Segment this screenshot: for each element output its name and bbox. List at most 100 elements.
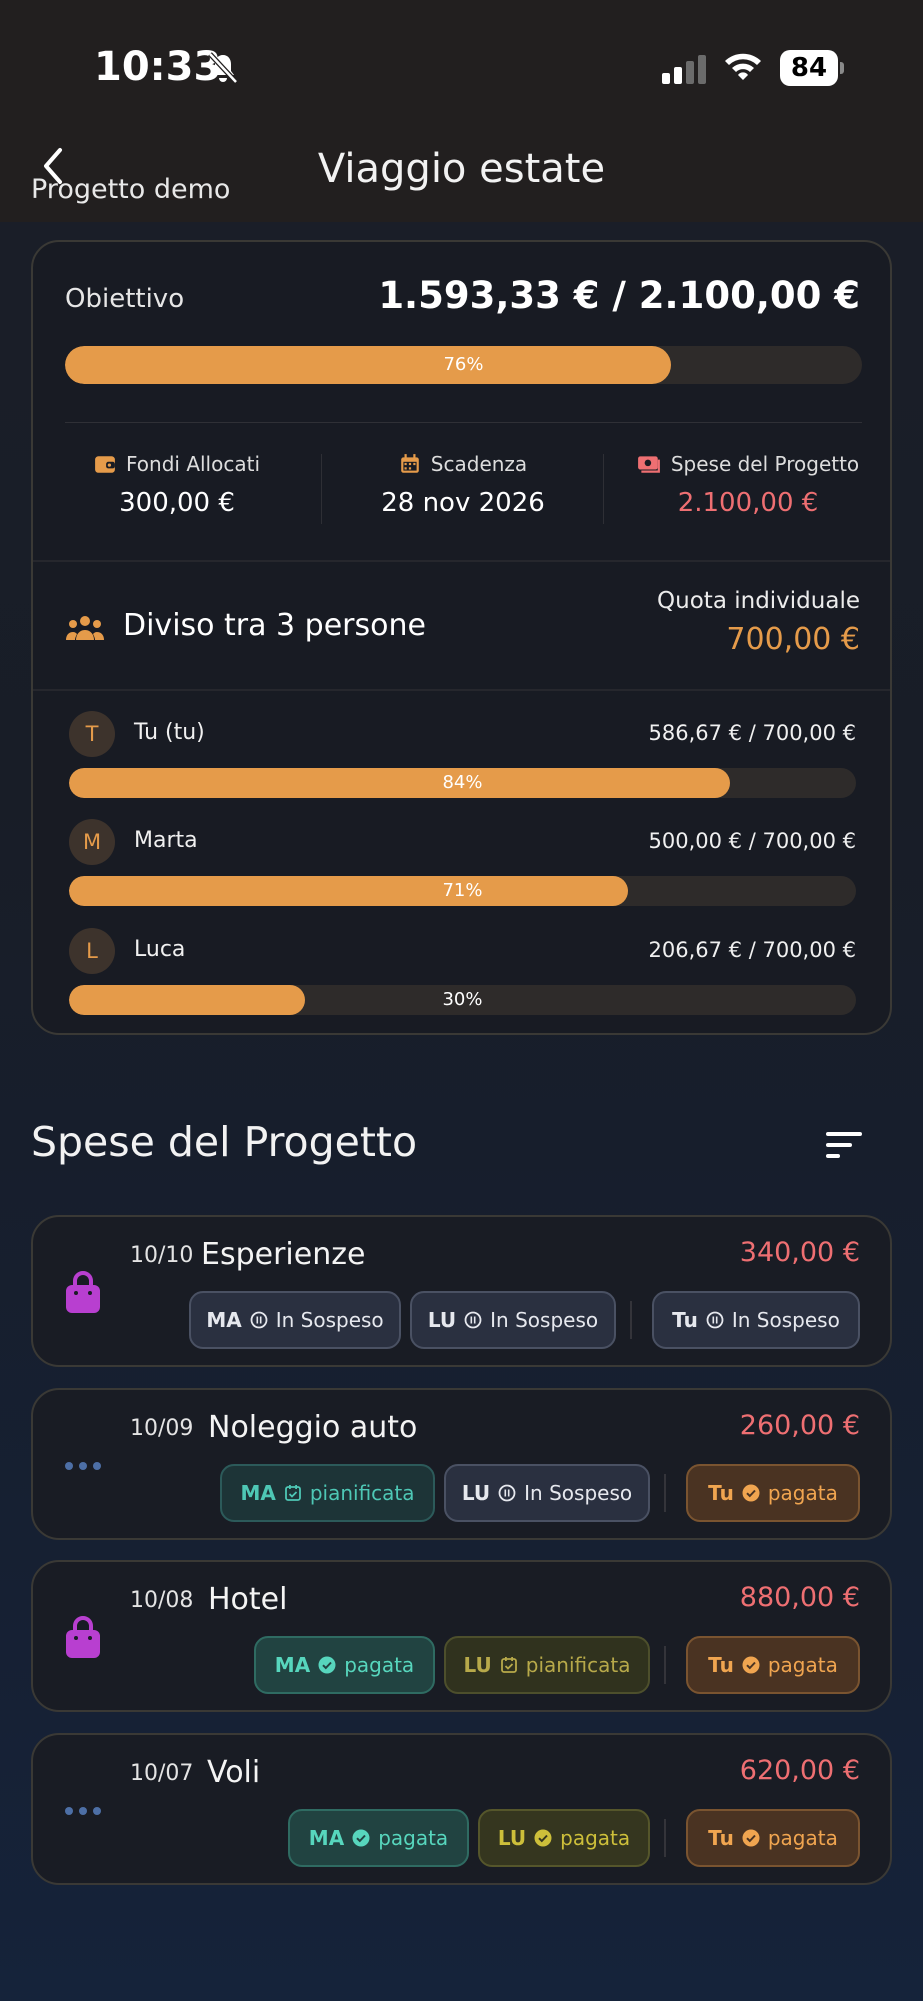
member-name: Marta: [134, 828, 198, 853]
stat-allocated-funds: Fondi Allocati 300,00 €: [47, 452, 307, 518]
bell-muted-icon: [208, 52, 238, 84]
individual-quota-value: 700,00 €: [726, 622, 860, 657]
goal-progress-label: 76%: [443, 354, 484, 375]
status-chip-tu[interactable]: Tu In Sospeso: [652, 1291, 860, 1349]
member-amount: 206,67 € / 700,00 €: [648, 938, 856, 962]
more-dots-icon: [65, 1462, 101, 1470]
status-time: 10:33: [94, 44, 222, 90]
calendar-icon: [400, 454, 419, 473]
stat-expenses-label: Spese del Progetto: [670, 452, 860, 476]
chip-person: LU: [463, 1653, 492, 1677]
sort-icon[interactable]: [826, 1130, 862, 1160]
chip-status: pagata: [344, 1653, 415, 1677]
member-progress-label: 71%: [442, 880, 483, 901]
chip-status: In Sospeso: [524, 1481, 633, 1505]
expense-card[interactable]: 10/07 Voli 620,00 € MA pagata LU pagata …: [31, 1733, 892, 1885]
expenses-section-title: Spese del Progetto: [31, 1118, 418, 1166]
chip-status: pagata: [767, 1653, 838, 1677]
wifi-icon: [725, 53, 761, 80]
chip-status: pianificata: [525, 1653, 631, 1677]
more-dots-icon: [65, 1807, 101, 1815]
stat-allocated-label: Fondi Allocati: [126, 452, 260, 476]
check-circle-icon: [742, 1656, 760, 1674]
status-chip-lu[interactable]: LU In Sospeso: [410, 1291, 616, 1349]
people-group-icon: [66, 616, 104, 640]
chip-status: In Sospeso: [731, 1308, 840, 1332]
expense-date: 10/10: [130, 1243, 194, 1268]
chip-person: Tu: [672, 1308, 698, 1332]
status-chip-tu[interactable]: Tu pagata: [686, 1636, 860, 1694]
stat-deadline-label: Scadenza: [430, 452, 528, 476]
wallet-icon: [95, 456, 115, 473]
expense-name: Voli: [207, 1755, 261, 1790]
chip-status: pianificata: [309, 1481, 415, 1505]
chip-status: In Sospeso: [490, 1308, 599, 1332]
chip-person: Tu: [708, 1481, 734, 1505]
expense-amount: 260,00 €: [739, 1410, 860, 1441]
chip-person: LU: [497, 1826, 527, 1850]
expense-card[interactable]: 10/08 Hotel 880,00 € MA pagata LU pianif…: [31, 1560, 892, 1712]
member-amount: 500,00 € / 700,00 €: [648, 829, 856, 853]
split-people-text: Diviso tra 3 persone: [123, 608, 426, 643]
expense-date: 10/07: [130, 1761, 194, 1786]
check-circle-icon: [742, 1829, 760, 1847]
avatar: T: [69, 711, 115, 757]
chip-status: pagata: [378, 1826, 449, 1850]
chip-person: MA: [240, 1481, 276, 1505]
member-progress-label: 84%: [442, 772, 483, 793]
status-chip-lu[interactable]: LU pianificata: [444, 1636, 650, 1694]
status-chip-lu[interactable]: LU In Sospeso: [444, 1464, 650, 1522]
chip-status: In Sospeso: [275, 1308, 384, 1332]
status-chip-tu[interactable]: Tu pagata: [686, 1809, 860, 1867]
shopping-bag-icon: [66, 1616, 100, 1658]
status-bar: 10:33 84: [0, 0, 923, 120]
expense-date: 10/09: [130, 1416, 194, 1441]
stat-allocated-value: 300,00 €: [119, 488, 235, 518]
navigation-bar: Progetto demo Viaggio estate: [0, 120, 923, 222]
member-progress-bar: 84%: [69, 768, 856, 798]
calendar-check-icon: [284, 1485, 301, 1501]
avatar: L: [69, 928, 115, 974]
page-title: Viaggio estate: [317, 146, 606, 192]
check-circle-icon: [742, 1484, 760, 1502]
member-name: Luca: [134, 937, 186, 962]
individual-quota-label: Quota individuale: [657, 588, 860, 614]
chip-person: LU: [461, 1481, 491, 1505]
status-chip-ma[interactable]: MA pianificata: [220, 1464, 435, 1522]
goal-progress-bar: 76%: [65, 346, 862, 384]
status-chip-tu[interactable]: Tu pagata: [686, 1464, 860, 1522]
pause-circle-icon: [250, 1311, 268, 1329]
avatar: M: [69, 819, 115, 865]
status-chip-ma[interactable]: MA In Sospeso: [189, 1291, 401, 1349]
goal-label: Obiettivo: [65, 284, 185, 314]
check-circle-icon: [534, 1829, 552, 1847]
expense-amount: 620,00 €: [739, 1755, 860, 1786]
expense-card[interactable]: 10/09 Noleggio auto 260,00 € MA pianific…: [31, 1388, 892, 1540]
stat-deadline-value: 28 nov 2026: [381, 488, 545, 518]
member-amount: 586,67 € / 700,00 €: [648, 721, 856, 745]
chip-status: pagata: [767, 1826, 838, 1850]
money-icon: [637, 456, 660, 473]
member-progress-label: 30%: [442, 989, 483, 1010]
calendar-check-icon: [500, 1657, 517, 1673]
stat-expenses-value: 2.100,00 €: [677, 488, 819, 518]
expense-card[interactable]: 10/10 Esperienze 340,00 € MA In Sospeso …: [31, 1215, 892, 1367]
project-summary-card: Obiettivo 1.593,33 € / 2.100,00 € 76% Fo…: [31, 240, 892, 1035]
expense-amount: 340,00 €: [739, 1237, 860, 1268]
expense-name: Esperienze: [201, 1237, 366, 1272]
pause-circle-icon: [706, 1311, 724, 1329]
status-chip-ma[interactable]: MA pagata: [288, 1809, 469, 1867]
status-chip-lu[interactable]: LU pagata: [478, 1809, 650, 1867]
status-chip-ma[interactable]: MA pagata: [254, 1636, 435, 1694]
chip-person: LU: [427, 1308, 457, 1332]
stat-deadline: Scadenza 28 nov 2026: [333, 452, 593, 518]
signal-icon: [662, 55, 706, 84]
chip-status: pagata: [767, 1481, 838, 1505]
pause-circle-icon: [464, 1311, 482, 1329]
chip-person: MA: [274, 1653, 311, 1677]
check-circle-icon: [318, 1656, 336, 1674]
expense-name: Hotel: [208, 1582, 288, 1617]
goal-amount: 1.593,33 € / 2.100,00 €: [378, 274, 860, 317]
member-progress-bar: 71%: [69, 876, 856, 906]
stat-project-expenses: Spese del Progetto 2.100,00 €: [613, 452, 883, 518]
